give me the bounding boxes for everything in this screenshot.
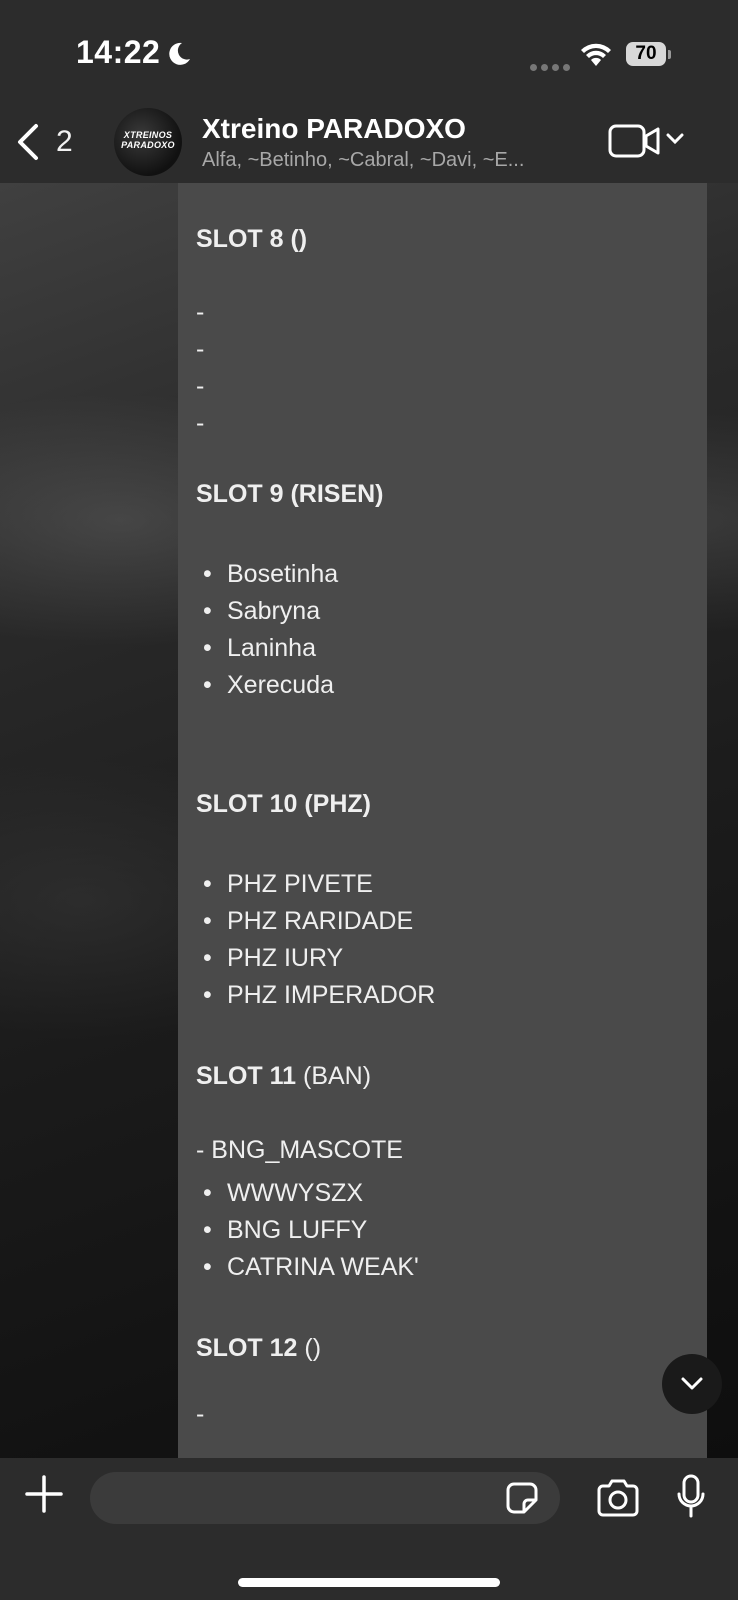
avatar-logo-text: XTREINOS PARADOXO [121, 130, 175, 150]
home-indicator [238, 1578, 500, 1587]
dash-item: - BNG_MASCOTE [196, 1136, 403, 1164]
chat-participants[interactable]: Alfa, ~Betinho, ~Cabral, ~Davi, ~E... [202, 149, 524, 172]
bullet-item: Laninha [203, 634, 316, 663]
scroll-to-bottom-button[interactable] [662, 1354, 722, 1414]
sticker-icon[interactable] [504, 1480, 540, 1516]
microphone-icon[interactable] [676, 1474, 706, 1520]
cellular-signal-icon [530, 58, 574, 76]
bullet-item: PHZ PIVETE [203, 870, 373, 899]
bullet-item: PHZ IURY [203, 944, 343, 973]
dash-item: - [196, 409, 205, 437]
bullet-item: PHZ RARIDADE [203, 907, 413, 936]
wifi-icon [581, 43, 611, 66]
battery-level: 70 [635, 43, 657, 64]
back-button[interactable]: 2 [14, 118, 84, 168]
slot-heading: SLOT 12 () [196, 1334, 321, 1363]
camera-icon[interactable] [595, 1478, 641, 1518]
slot-heading: SLOT 11 (BAN) [196, 1062, 371, 1091]
plus-icon[interactable] [24, 1474, 64, 1514]
slot-heading: SLOT 10 (PHZ) [196, 790, 371, 819]
battery-icon: 70 [626, 42, 672, 68]
slot-heading-bold: SLOT 8 () [196, 225, 308, 253]
bullet-item: CATRINA WEAK' [203, 1253, 419, 1282]
slot-heading-bold: SLOT 12 [196, 1334, 298, 1362]
chevron-down-icon [666, 133, 684, 145]
status-time: 14:22 [76, 34, 161, 70]
bullet-item: Bosetinha [203, 560, 338, 589]
slot-heading-rest: (BAN) [296, 1062, 372, 1090]
slot-heading: SLOT 8 () [196, 225, 307, 254]
bullet-item: Sabryna [203, 597, 320, 626]
dash-item: - [196, 1400, 205, 1428]
slot-heading-bold: SLOT 10 (PHZ) [196, 790, 372, 818]
video-call-button[interactable] [608, 120, 688, 164]
message-input[interactable] [90, 1472, 560, 1524]
slot-heading-bold: SLOT 9 (RISEN) [196, 480, 384, 508]
bullet-item: Xerecuda [203, 671, 334, 700]
message-bubble[interactable]: SLOT 8 () - - - - SLOT 9 (RISEN) Bosetinha Sabr… [178, 170, 707, 1470]
dash-item: - [196, 335, 205, 363]
slot-heading-bold: SLOT 11 [196, 1062, 297, 1090]
chevron-down-icon [681, 1377, 703, 1390]
chat-title[interactable]: Xtreino PARADOXO [202, 113, 466, 145]
message-composer [0, 1458, 738, 1600]
bullet-item: PHZ IMPERADOR [203, 981, 435, 1010]
group-avatar[interactable]: XTREINOS PARADOXO [114, 108, 182, 176]
slot-heading-rest: () [297, 1334, 322, 1362]
bullet-item: WWWYSZX [203, 1179, 363, 1208]
bullet-item: BNG LUFFY [203, 1216, 367, 1245]
back-chevron-icon [18, 124, 38, 160]
unread-count: 2 [56, 125, 73, 158]
moon-icon [169, 42, 190, 65]
dash-item: - [196, 372, 205, 400]
chat-header: 14:22 70 2 XTREINOS PARADOXO Xtreino PAR… [0, 0, 738, 183]
dash-item: - [196, 298, 205, 326]
slot-heading: SLOT 9 (RISEN) [196, 480, 384, 509]
video-camera-icon [608, 124, 660, 158]
